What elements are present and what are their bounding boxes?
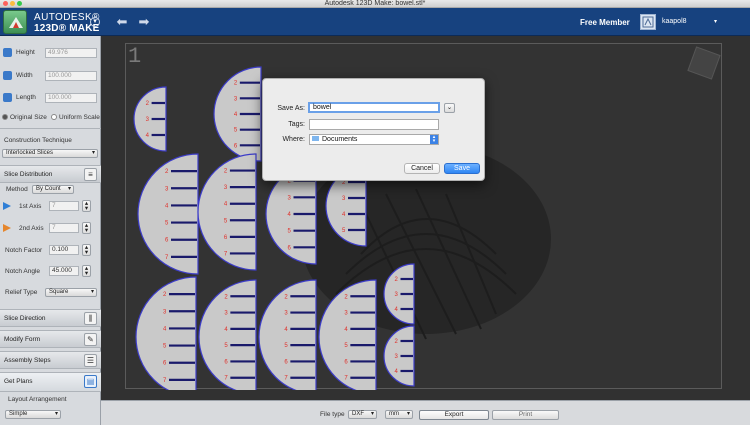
first-axis-icon: [3, 202, 11, 210]
second-axis-field[interactable]: 7: [49, 223, 79, 233]
save-button[interactable]: Save: [444, 163, 480, 174]
tags-input[interactable]: [309, 119, 439, 130]
notch-angle-stepper[interactable]: ▴ ▾: [82, 265, 91, 277]
file-type-select[interactable]: DXF: [348, 410, 377, 419]
relief-type-select[interactable]: Square: [45, 288, 97, 297]
notch-angle-field[interactable]: 45.000: [49, 266, 79, 276]
height-label: Height: [16, 49, 35, 56]
assembly-steps-icon[interactable]: ☰: [84, 354, 97, 367]
where-value: Documents: [322, 136, 358, 143]
app-header: AUTODESK® 123D® MAKE ▾ ⬅ ➡ Free Member k…: [0, 8, 750, 36]
where-select[interactable]: Documents ▴ ▾: [309, 134, 439, 145]
cancel-button[interactable]: Cancel: [404, 163, 440, 174]
app-menu-chevron-icon[interactable]: ▾: [90, 17, 100, 27]
first-axis-field[interactable]: 7: [49, 201, 79, 211]
slice-direction-header[interactable]: Slice Direction ⫼: [0, 309, 101, 327]
length-field[interactable]: 100.000: [45, 93, 97, 103]
width-field[interactable]: 100.000: [45, 71, 97, 81]
width-label: Width: [16, 72, 33, 79]
get-plans-header[interactable]: Get Plans ▤: [0, 372, 101, 392]
username[interactable]: kaapol8: [662, 18, 687, 25]
slice-direction-icon[interactable]: ⫼: [84, 312, 97, 325]
folder-icon: [312, 136, 319, 141]
assembly-steps-header[interactable]: Assembly Steps ☰: [0, 351, 101, 369]
slice-distribution-title: Slice Distribution: [4, 171, 53, 178]
second-axis-label: 2nd Axis: [19, 225, 44, 232]
avatar[interactable]: [640, 14, 656, 30]
length-label: Length: [16, 94, 36, 101]
get-plans-title: Get Plans: [4, 378, 33, 385]
save-as-label: Save As:: [277, 105, 305, 112]
length-icon: [3, 93, 12, 102]
user-menu-chevron-icon[interactable]: ▾: [714, 18, 717, 25]
notch-factor-label: Notch Factor: [5, 247, 43, 254]
export-button[interactable]: Export: [419, 410, 489, 420]
notch-angle-label: Notch Angle: [5, 268, 41, 275]
first-axis-label: 1st Axis: [19, 203, 42, 210]
redo-icon[interactable]: ➡: [136, 15, 152, 28]
layout-arrangement-label: Layout Arrangement: [8, 396, 67, 403]
file-type-label: File type: [320, 411, 345, 418]
notch-factor-field[interactable]: 0.100: [49, 245, 79, 255]
modify-form-icon[interactable]: ✎: [84, 333, 97, 346]
assembly-steps-title: Assembly Steps: [4, 357, 51, 364]
slice-distribution-header[interactable]: Slice Distribution ≡: [0, 165, 101, 183]
tags-label: Tags:: [288, 121, 305, 128]
brand-line-2: 123D® MAKE: [34, 23, 100, 34]
expand-dialog-button[interactable]: ⌄: [444, 103, 455, 113]
divider: [0, 128, 101, 129]
undo-icon[interactable]: ⬅: [114, 15, 130, 28]
sidebar: Height 49.976 Width 100.000 Length 100.0…: [0, 36, 101, 425]
save-as-input[interactable]: bowel: [308, 102, 440, 113]
bottom-toolbar: File type DXF mm Export Print: [101, 400, 750, 425]
get-plans-icon[interactable]: ▤: [84, 375, 97, 388]
window-titlebar: Autodesk 123D Make: bowel.stl*: [0, 0, 750, 8]
app-logo-icon[interactable]: [3, 10, 27, 34]
construction-technique-select[interactable]: Interlocked Slices: [2, 149, 98, 158]
layout-arrangement-select[interactable]: Simple: [5, 410, 61, 419]
first-axis-stepper[interactable]: ▴ ▾: [82, 200, 91, 212]
uniform-scale-label[interactable]: Uniform Scale: [59, 114, 100, 121]
modify-form-header[interactable]: Modify Form ✎: [0, 330, 101, 348]
second-axis-stepper[interactable]: ▴ ▾: [82, 222, 91, 234]
slice-direction-title: Slice Direction: [4, 315, 46, 322]
slice-distribution-list-icon[interactable]: ≡: [84, 168, 97, 181]
method-select[interactable]: By Count: [32, 185, 74, 194]
height-field[interactable]: 49.976: [45, 48, 97, 58]
construction-technique-label: Construction Technique: [4, 137, 72, 144]
where-stepper-icon[interactable]: ▴ ▾: [430, 135, 438, 144]
window-title: Autodesk 123D Make: bowel.stl*: [324, 0, 426, 7]
sheet-number: 1: [128, 44, 142, 69]
method-label: Method: [6, 186, 28, 193]
second-axis-icon: [3, 224, 11, 232]
modify-form-title: Modify Form: [4, 336, 41, 343]
where-label: Where:: [282, 136, 305, 143]
original-size-radio[interactable]: [2, 114, 8, 120]
membership-label[interactable]: Free Member: [580, 18, 630, 27]
original-size-label[interactable]: Original Size: [10, 114, 47, 121]
relief-type-label: Relief Type: [5, 289, 38, 296]
uniform-scale-radio[interactable]: [51, 114, 57, 120]
notch-factor-stepper[interactable]: ▴ ▾: [82, 244, 91, 256]
width-icon: [3, 71, 12, 80]
save-dialog: Save As: bowel ⌄ Tags: Where: Documents …: [262, 78, 485, 181]
print-button[interactable]: Print: [492, 410, 559, 420]
unit-select[interactable]: mm: [385, 410, 413, 419]
height-icon: [3, 48, 12, 57]
